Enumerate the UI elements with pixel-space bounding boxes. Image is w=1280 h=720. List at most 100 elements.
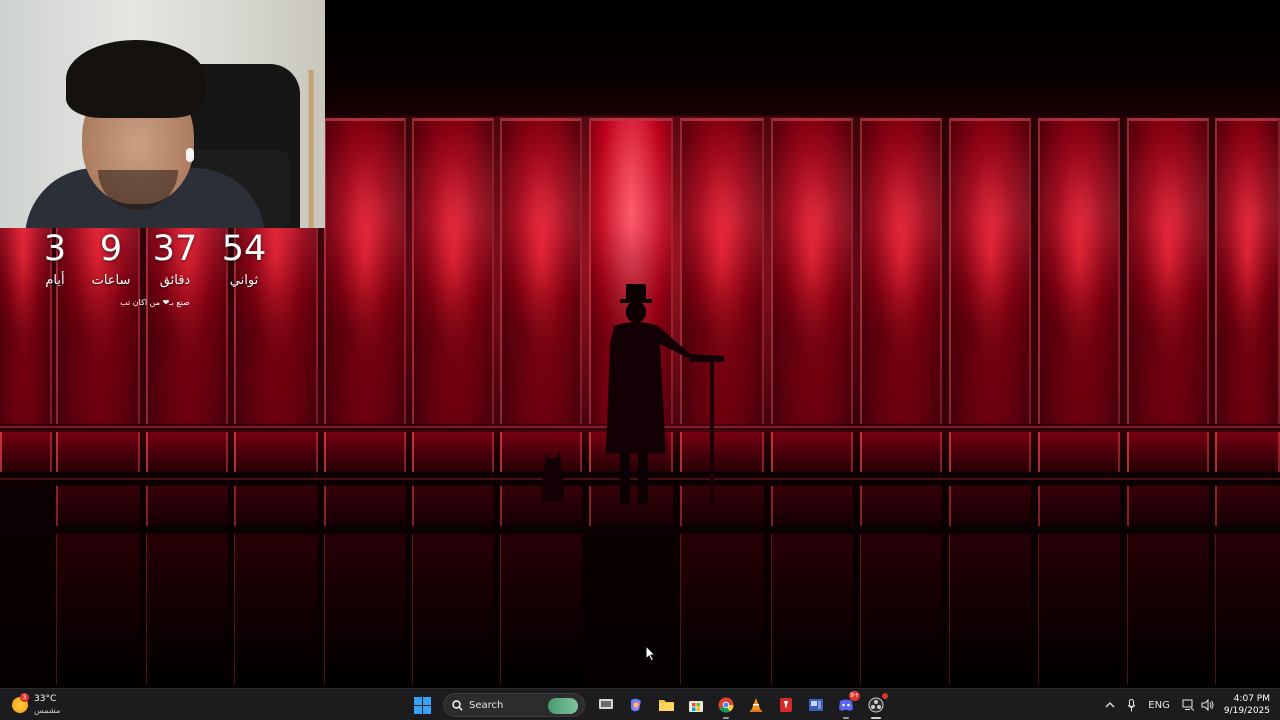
wallpaper-panel (860, 118, 942, 424)
floor-reflection (1038, 534, 1120, 684)
floor-reflection (56, 486, 140, 526)
floor-reflection (680, 534, 764, 684)
wallpaper-lower-panel (0, 432, 52, 472)
start-button[interactable] (410, 693, 434, 717)
active-indicator (871, 717, 881, 719)
task-view-button[interactable] (594, 693, 618, 717)
wallpaper-panel (949, 118, 1031, 424)
volume-button[interactable] (1201, 699, 1214, 711)
webcam-earbud (186, 148, 194, 162)
floor-reflection (146, 486, 228, 526)
weather-condition: مشمس (34, 706, 61, 715)
chrome-icon (718, 697, 734, 713)
floor-reflection (1038, 486, 1120, 526)
file-explorer-button[interactable] (654, 693, 678, 717)
obs-button[interactable] (864, 693, 888, 719)
running-indicator (843, 717, 849, 719)
countdown-minutes-value: 37 (152, 229, 198, 269)
countdown-seconds-value: 54 (221, 229, 267, 269)
countdown-credit: صنع بـ❤ من اكان تب (120, 298, 190, 307)
speaker-icon (1201, 699, 1214, 711)
store-icon (689, 701, 703, 712)
clock-time: 4:07 PM (1233, 694, 1270, 704)
floor-reflection (412, 486, 494, 526)
language-indicator[interactable]: ENG (1148, 700, 1170, 711)
floor-reflection (1215, 534, 1280, 684)
floor-reflection (1127, 486, 1209, 526)
wallpaper-panel (1127, 118, 1209, 424)
floor-reflection (860, 534, 942, 684)
weather-badge: 3 (20, 693, 29, 702)
cone-icon (750, 698, 762, 712)
chrome-button[interactable] (714, 693, 738, 719)
countdown-seconds-label: ثواني (229, 273, 259, 288)
countdown-hours-value: 9 (99, 229, 123, 269)
copilot-icon (631, 698, 641, 712)
floor-reflection (1127, 534, 1209, 684)
floor-reflection (1215, 486, 1280, 526)
wallpaper-lower-panel (56, 432, 140, 472)
taskbar-search[interactable]: Search (443, 693, 585, 717)
red-app-button[interactable] (774, 693, 798, 717)
floor-reflection (324, 486, 406, 526)
weather-widget[interactable]: 3 33°C مشمس (12, 693, 60, 717)
clock-date: 9/19/2025 (1223, 706, 1270, 716)
clock[interactable]: 4:07 PM 9/19/2025 (1224, 693, 1270, 717)
chevron-up-icon (1105, 702, 1115, 708)
wallpaper-panel (412, 118, 494, 424)
wallpaper-lower-panel (1127, 432, 1209, 472)
show-hidden-icons-button[interactable] (1105, 701, 1115, 709)
floor-reflection (412, 534, 494, 684)
wallpaper-lower-panel (771, 432, 853, 472)
floor-reflection (146, 534, 228, 684)
discord-notification-badge: 9+ (849, 691, 860, 701)
countdown-hours: 9 ساعات (76, 228, 146, 290)
network-icon (1182, 699, 1195, 711)
silhouette-cat (542, 452, 564, 502)
wallpaper-lower-panel (146, 432, 228, 472)
floor-reflection (234, 534, 318, 684)
discord-button[interactable]: 9+ (834, 691, 860, 719)
wallpaper-panel (324, 118, 406, 424)
search-icon (452, 699, 463, 711)
obs-recording-dot (882, 693, 888, 699)
blue-app-button[interactable] (804, 693, 828, 717)
microsoft-store-button[interactable] (684, 693, 708, 717)
wallpaper-lower-panel (1215, 432, 1280, 472)
blue-app-icon (809, 699, 823, 711)
wallpaper-lower-panel (412, 432, 494, 472)
wallpaper-panel (1038, 118, 1120, 424)
webcam-overlay (0, 0, 325, 228)
wallpaper-lower-panel (860, 432, 942, 472)
countdown-hours-label: ساعات (91, 273, 131, 288)
countdown-minutes: 37 دقائق (140, 228, 210, 290)
silhouette-figure (606, 284, 724, 506)
microphone-icon (1127, 698, 1136, 711)
wallpaper-lower-panel (1038, 432, 1120, 472)
search-highlight-icon (548, 698, 578, 714)
wallpaper-panel (500, 118, 582, 424)
floor-reflection (500, 534, 582, 684)
wallpaper-lower-panel (324, 432, 406, 472)
weather-temperature: 33°C (34, 694, 57, 704)
network-button[interactable] (1182, 699, 1195, 711)
red-app-icon (780, 698, 792, 712)
vlc-button[interactable] (744, 693, 768, 717)
countdown-seconds: 54 ثواني (209, 228, 279, 290)
floor-reflection (56, 534, 140, 684)
sun-icon: 3 (12, 693, 29, 713)
floor-reflection (324, 534, 406, 684)
wallpaper-lower-panel (234, 432, 318, 472)
search-label: Search (469, 699, 504, 711)
microphone-button[interactable] (1127, 698, 1136, 712)
floor-reflection (771, 534, 853, 684)
windows-icon (413, 696, 431, 714)
floor-reflection (949, 534, 1031, 684)
wallpaper-panel (771, 118, 853, 424)
mouse-cursor-icon (645, 645, 657, 662)
taskbar: 3 33°C مشمس Search 9+ ENG 4:07 PM 9/19/2… (0, 688, 1280, 720)
webcam-easel (298, 70, 324, 228)
copilot-button[interactable] (624, 693, 648, 717)
taskbar-apps: Search 9+ (407, 691, 891, 719)
countdown-minutes-label: دقائق (159, 273, 191, 288)
